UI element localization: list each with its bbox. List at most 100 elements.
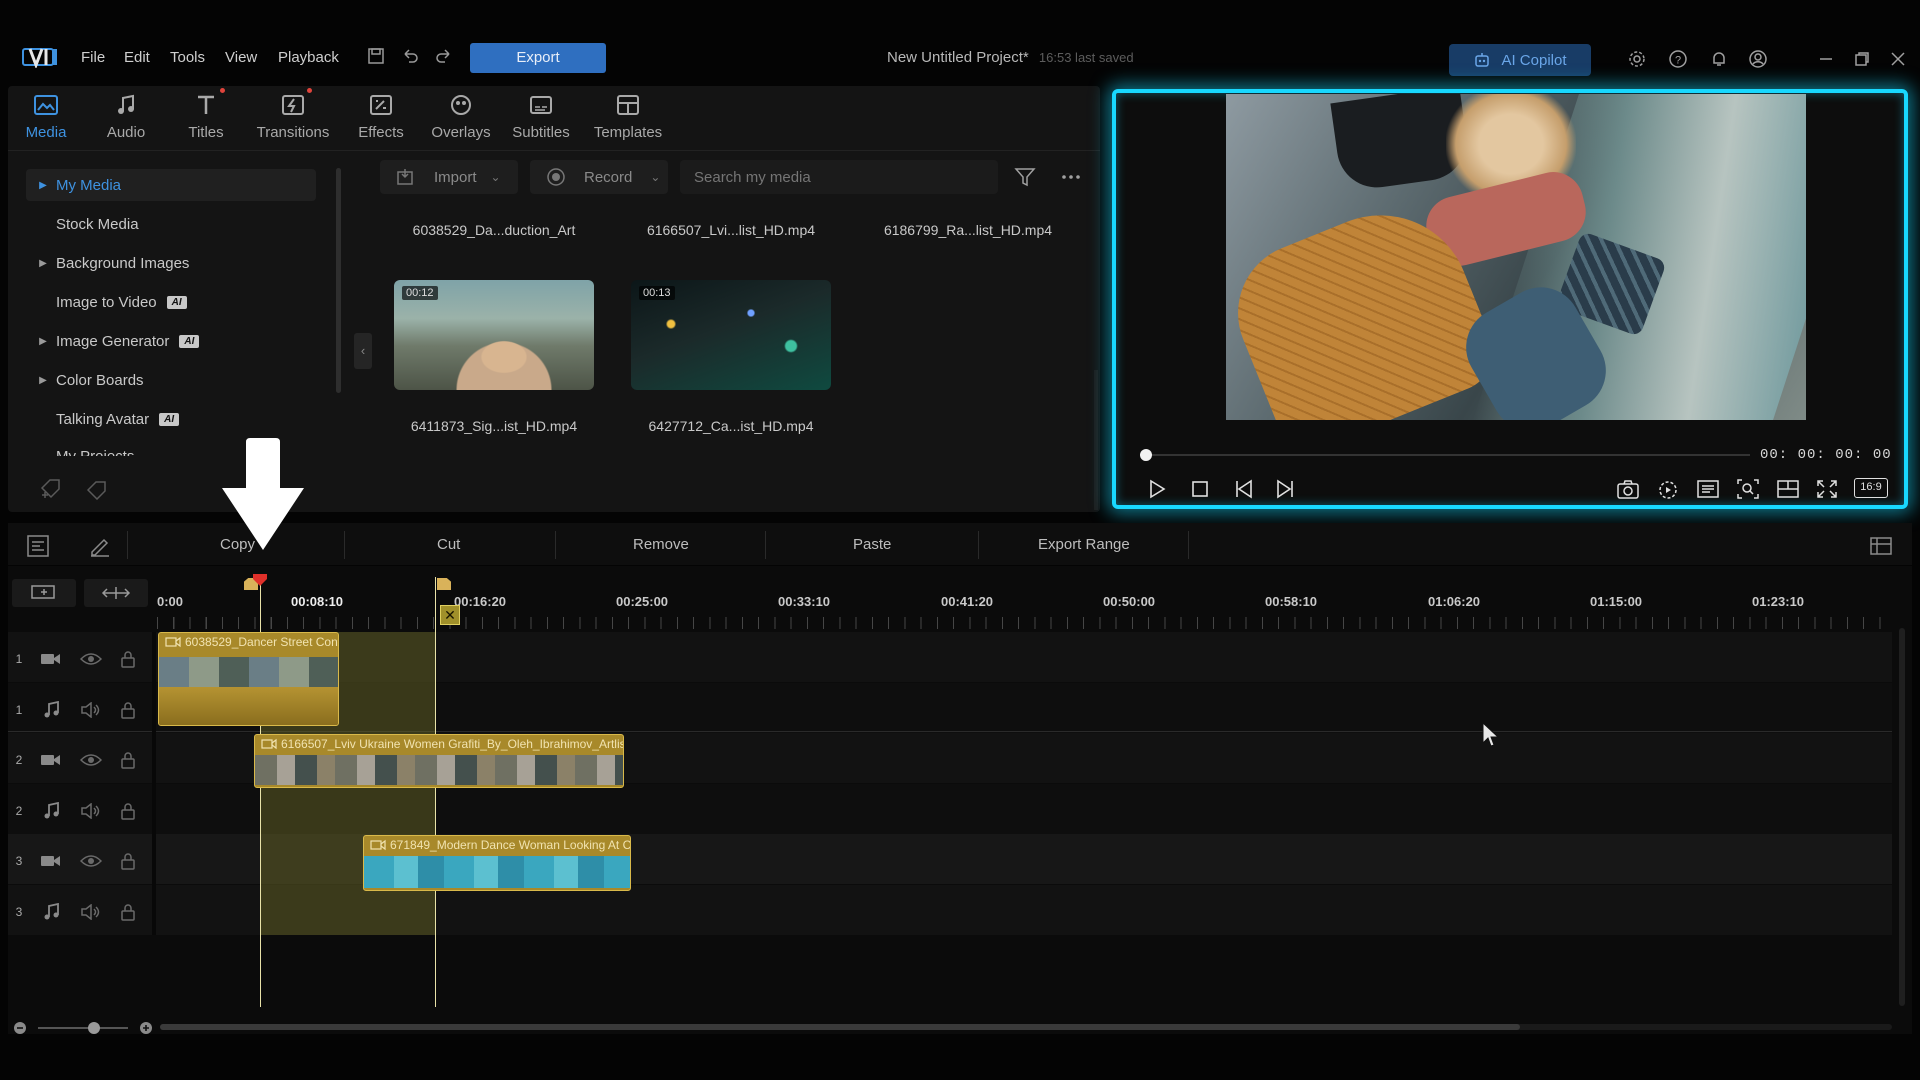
export-range-button[interactable]: Export Range bbox=[1038, 536, 1130, 553]
cut-button[interactable]: Cut bbox=[437, 536, 460, 553]
zoom-slider-knob[interactable] bbox=[88, 1022, 100, 1034]
lock-icon[interactable] bbox=[120, 650, 136, 668]
sidebar-item-image-generator[interactable]: ▶ Image Generator AI bbox=[30, 325, 318, 357]
zoom-preview-icon[interactable] bbox=[1736, 478, 1760, 500]
playhead-marker[interactable] bbox=[252, 574, 268, 586]
sidebar-item-color-boards[interactable]: ▶ Color Boards bbox=[30, 364, 318, 396]
add-track-button[interactable] bbox=[12, 579, 76, 607]
preview-scrubber[interactable] bbox=[1146, 454, 1750, 456]
timeline-horizontal-scrollbar[interactable] bbox=[160, 1024, 1892, 1030]
media-item-name[interactable]: 6427712_Ca...ist_HD.mp4 bbox=[621, 418, 841, 434]
sidebar-scrollbar[interactable] bbox=[336, 168, 341, 393]
eye-icon[interactable] bbox=[80, 752, 102, 768]
zoom-in-icon[interactable] bbox=[138, 1020, 154, 1036]
lock-icon[interactable] bbox=[120, 751, 136, 769]
tab-transitions[interactable]: Transitions bbox=[248, 88, 338, 144]
redo-icon[interactable] bbox=[434, 46, 454, 66]
record-button[interactable]: Record ⌄ bbox=[530, 160, 668, 194]
media-thumbnail[interactable]: 00:13 bbox=[631, 280, 831, 390]
zoom-slider[interactable] bbox=[38, 1027, 128, 1029]
tab-subtitles[interactable]: Subtitles bbox=[496, 92, 586, 144]
more-options-icon[interactable] bbox=[1060, 170, 1082, 184]
add-tag-icon[interactable] bbox=[38, 478, 64, 500]
previous-frame-icon[interactable] bbox=[1233, 478, 1255, 500]
sidebar-item-stock-media[interactable]: Stock Media bbox=[30, 208, 318, 240]
menu-edit[interactable]: Edit bbox=[124, 49, 150, 66]
timeline-vertical-scrollbar[interactable] bbox=[1899, 628, 1905, 1006]
import-button[interactable]: Import ⌄ bbox=[380, 160, 518, 194]
remove-button[interactable]: Remove bbox=[633, 536, 689, 553]
filter-icon[interactable] bbox=[1014, 166, 1036, 188]
timeline-clip[interactable]: 671849_Modern Dance Woman Looking At C bbox=[363, 835, 631, 891]
fit-timeline-button[interactable] bbox=[84, 579, 148, 607]
lock-icon[interactable] bbox=[120, 802, 136, 820]
bell-icon[interactable] bbox=[1709, 49, 1729, 69]
remove-tag-icon[interactable] bbox=[84, 478, 110, 500]
snapshot-icon[interactable] bbox=[1616, 478, 1640, 500]
stop-icon[interactable] bbox=[1189, 478, 1211, 500]
timeline-settings-icon[interactable] bbox=[1869, 534, 1895, 558]
range-close-icon[interactable]: ✕ bbox=[440, 605, 460, 625]
layout-icon[interactable] bbox=[1776, 478, 1800, 500]
close-icon[interactable] bbox=[1889, 50, 1907, 68]
tab-media[interactable]: Media bbox=[1, 92, 91, 144]
media-thumbnail[interactable]: 00:12 bbox=[394, 280, 594, 390]
menu-file[interactable]: File bbox=[81, 49, 105, 66]
play-icon[interactable] bbox=[1146, 478, 1168, 500]
timeline-clip[interactable]: 6166507_Lviv Ukraine Women Grafiti_By_Ol… bbox=[254, 734, 624, 788]
search-input[interactable] bbox=[680, 160, 998, 194]
fullscreen-icon[interactable] bbox=[1815, 478, 1839, 500]
subtitles-icon bbox=[496, 92, 586, 118]
minimize-icon[interactable] bbox=[1817, 50, 1835, 68]
eye-icon[interactable] bbox=[80, 853, 102, 869]
eye-icon[interactable] bbox=[80, 651, 102, 667]
tab-titles[interactable]: Titles bbox=[161, 88, 251, 144]
account-icon[interactable] bbox=[1748, 49, 1768, 69]
preview-scrubber-knob[interactable] bbox=[1140, 449, 1152, 461]
tab-templates[interactable]: Templates bbox=[583, 92, 673, 144]
zoom-out-icon[interactable] bbox=[12, 1020, 28, 1036]
media-item-name[interactable]: 6038529_Da...duction_Art bbox=[384, 222, 604, 238]
speaker-icon[interactable] bbox=[80, 702, 102, 718]
speaker-icon[interactable] bbox=[80, 904, 102, 920]
collapse-sidebar-button[interactable]: ‹ bbox=[354, 333, 372, 369]
paste-button[interactable]: Paste bbox=[853, 536, 891, 553]
ai-copilot-button[interactable]: AI Copilot bbox=[1449, 44, 1591, 76]
pen-icon[interactable] bbox=[88, 534, 112, 558]
restore-icon[interactable] bbox=[1853, 50, 1871, 68]
tab-effects[interactable]: Effects bbox=[336, 92, 426, 144]
track-number: 1 bbox=[15, 703, 23, 717]
sidebar-item-background-images[interactable]: ▶ Background Images bbox=[30, 247, 318, 279]
range-end-marker[interactable] bbox=[435, 577, 436, 1007]
media-item-name[interactable]: 6166507_Lvi...list_HD.mp4 bbox=[621, 222, 841, 238]
export-button[interactable]: Export bbox=[470, 43, 606, 73]
undo-icon[interactable] bbox=[400, 46, 420, 66]
tab-overlays[interactable]: Overlays bbox=[416, 92, 506, 144]
lock-icon[interactable] bbox=[120, 701, 136, 719]
menu-view[interactable]: View bbox=[225, 49, 257, 66]
media-item-name[interactable]: 6186799_Ra...list_HD.mp4 bbox=[858, 222, 1078, 238]
scrollbar-thumb[interactable] bbox=[160, 1024, 1520, 1030]
lock-icon[interactable] bbox=[120, 903, 136, 921]
media-item-name[interactable]: 6411873_Sig...ist_HD.mp4 bbox=[384, 418, 604, 434]
sidebar-item-image-to-video[interactable]: Image to Video AI bbox=[30, 286, 318, 318]
playback-quality-icon[interactable] bbox=[1657, 478, 1681, 500]
mouse-cursor-icon bbox=[1482, 722, 1500, 748]
save-icon[interactable] bbox=[366, 46, 386, 66]
lock-icon[interactable] bbox=[120, 852, 136, 870]
tab-audio[interactable]: Audio bbox=[81, 92, 171, 144]
speaker-icon[interactable] bbox=[80, 803, 102, 819]
subtitle-toggle-icon[interactable] bbox=[1696, 478, 1720, 500]
library-scrollbar[interactable] bbox=[1094, 370, 1098, 510]
gear-icon[interactable] bbox=[1627, 49, 1647, 69]
new-badge bbox=[307, 88, 312, 93]
help-icon[interactable]: ? bbox=[1668, 49, 1688, 69]
timeline-view-icon[interactable] bbox=[26, 534, 50, 558]
sidebar-item-my-media[interactable]: ▶ My Media bbox=[30, 169, 318, 201]
aspect-ratio-button[interactable]: 16:9 bbox=[1854, 478, 1888, 498]
menu-playback[interactable]: Playback bbox=[278, 49, 339, 66]
next-frame-icon[interactable] bbox=[1274, 478, 1296, 500]
timeline-clip[interactable]: 6038529_Dancer Street Cont bbox=[158, 632, 339, 726]
menu-tools[interactable]: Tools bbox=[170, 49, 205, 66]
sidebar-item-talking-avatar[interactable]: Talking Avatar AI bbox=[30, 403, 318, 435]
